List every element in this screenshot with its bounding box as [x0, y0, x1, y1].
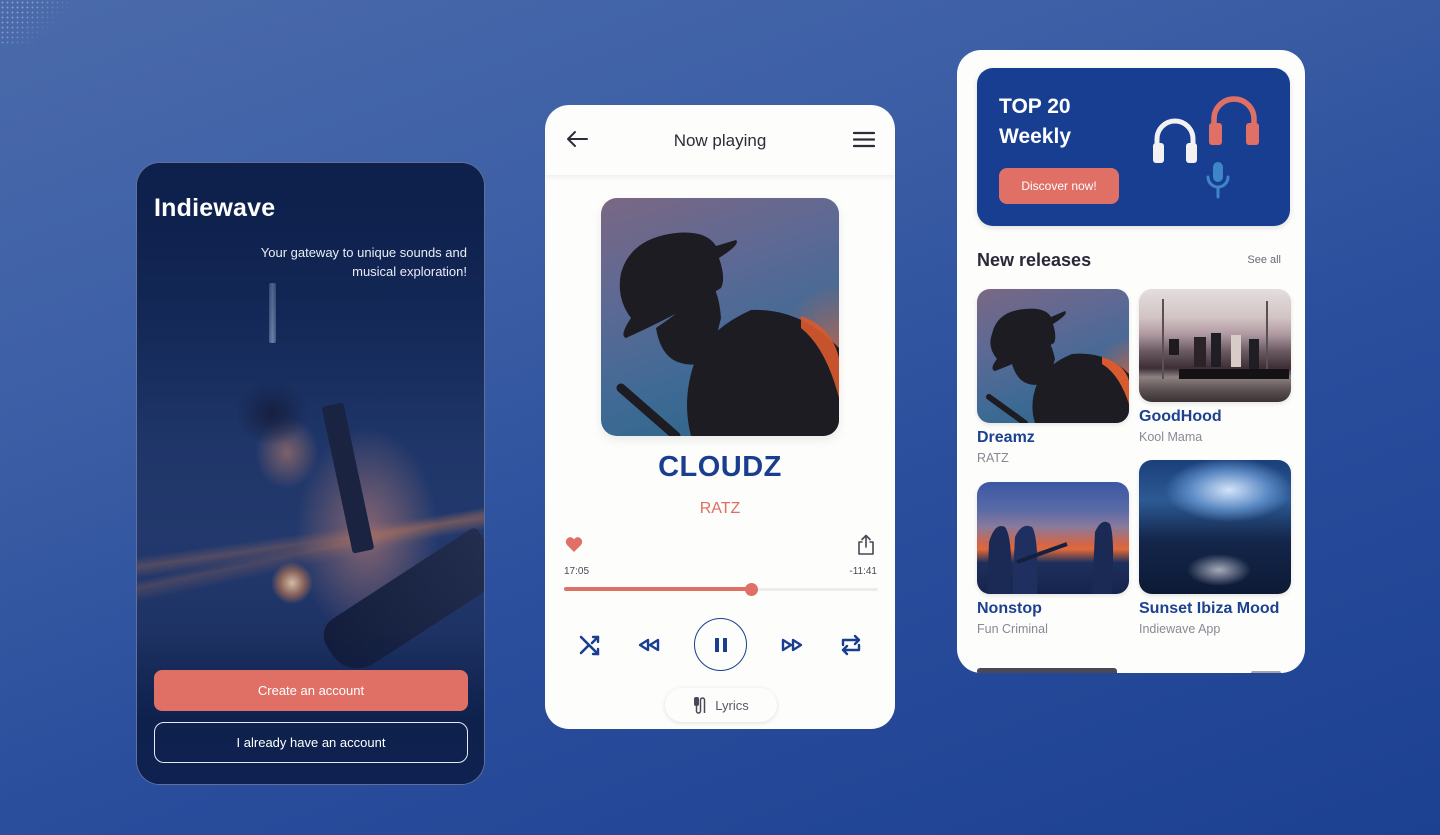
progress-fill: [564, 587, 751, 591]
release-card[interactable]: Sunset Ibiza Mood Indiewave App: [1139, 460, 1291, 636]
release-artist: Kool Mama: [1139, 430, 1203, 444]
see-all-link[interactable]: See all: [1247, 254, 1281, 266]
lyrics-button[interactable]: Lyrics: [665, 688, 777, 722]
headphones-icon: [1153, 118, 1197, 163]
release-title: GoodHood: [1139, 408, 1222, 425]
repeat-icon[interactable]: [840, 634, 862, 656]
release-cover: [1139, 460, 1291, 594]
release-cover: [977, 482, 1129, 594]
promo-title-line2: Weekly: [999, 125, 1071, 148]
track-title: CLOUDZ: [658, 451, 782, 483]
release-cover: [977, 289, 1129, 423]
lyrics-label: Lyrics: [715, 697, 749, 713]
login-button[interactable]: I already have an account: [154, 722, 468, 763]
pause-icon: [714, 637, 727, 652]
share-icon[interactable]: [857, 534, 875, 555]
home-screen: TOP 20 Weekly Discover now! New releases…: [957, 50, 1305, 673]
silhouette-illustration: [616, 232, 839, 436]
fast-forward-icon[interactable]: [781, 638, 803, 652]
promo-title: TOP 20 Weekly: [999, 92, 1149, 152]
hamburger-menu-icon[interactable]: [853, 131, 875, 148]
promo-title-line1: TOP 20: [999, 95, 1071, 118]
progress-thumb[interactable]: [744, 583, 758, 596]
next-section-heading-partial: [977, 662, 1117, 673]
release-title: Nonstop: [977, 600, 1042, 617]
album-art: [601, 198, 839, 436]
player-title: Now playing: [673, 131, 767, 150]
create-account-button[interactable]: Create an account: [154, 670, 468, 711]
discover-now-button[interactable]: Discover now!: [999, 168, 1119, 204]
release-cover: [1139, 289, 1291, 402]
heart-icon[interactable]: [565, 536, 583, 553]
headphones-icon: [1209, 96, 1259, 145]
app-tagline: Your gateway to unique sounds and musica…: [260, 245, 467, 279]
playback-progress-slider[interactable]: [564, 583, 878, 596]
onboarding-screen: Indiewave Your gateway to unique sounds …: [136, 162, 485, 785]
pause-button[interactable]: [694, 618, 747, 671]
release-card[interactable]: Nonstop Fun Criminal: [977, 482, 1129, 636]
time-elapsed: 17:05: [564, 566, 590, 577]
release-card[interactable]: GoodHood Kool Mama: [1139, 289, 1291, 444]
app-brand-title: Indiewave: [154, 194, 276, 222]
decorative-dot-pattern: [0, 0, 70, 45]
new-releases-heading: New releases: [977, 250, 1092, 270]
shuffle-icon[interactable]: [579, 634, 601, 656]
microphone-icon: [1206, 162, 1230, 199]
now-playing-screen: Now playing CLOUDZ RATZ 17:05 -11:41 Lyr…: [545, 105, 895, 729]
release-artist: Indiewave App: [1139, 622, 1221, 636]
release-artist: RATZ: [977, 451, 1009, 465]
release-card[interactable]: Dreamz RATZ: [977, 289, 1129, 465]
release-title: Dreamz: [977, 429, 1035, 446]
release-artist: Fun Criminal: [977, 622, 1048, 636]
player-header: Now playing: [545, 105, 895, 175]
microphone-cable-icon: [694, 697, 706, 714]
rewind-icon[interactable]: [638, 638, 660, 652]
release-title: Sunset Ibiza Mood: [1139, 600, 1280, 617]
track-artist[interactable]: RATZ: [545, 500, 895, 518]
time-remaining: -11:41: [849, 566, 877, 577]
next-see-all-partial: [1251, 668, 1281, 673]
top20-promo-banner[interactable]: TOP 20 Weekly Discover now!: [977, 68, 1290, 226]
